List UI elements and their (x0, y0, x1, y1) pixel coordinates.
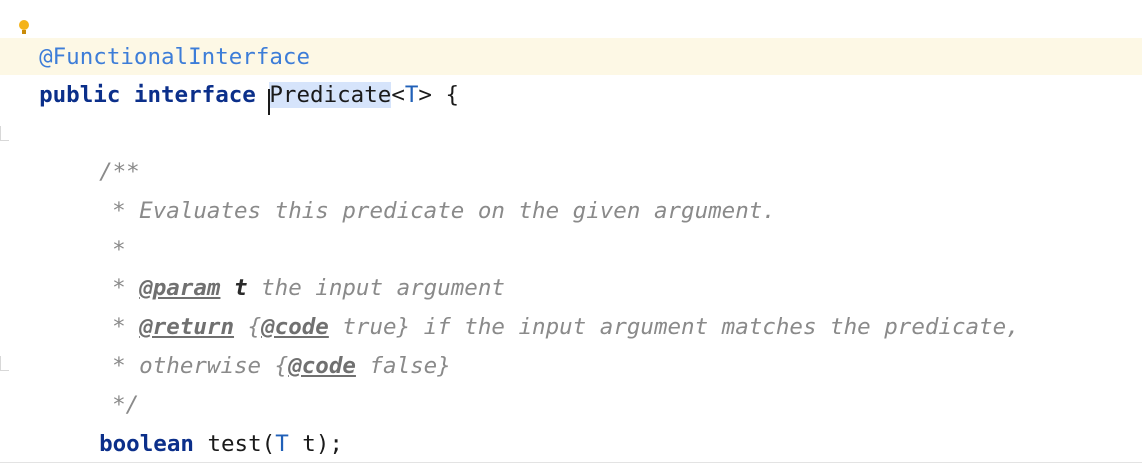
generic-close: > (418, 82, 432, 108)
code-tag[interactable]: @code (288, 353, 356, 379)
param-type: T (275, 431, 289, 457)
doc-line-1[interactable]: * Evaluates this predicate on the given … (85, 154, 776, 224)
selected-interface-name[interactable]: Predicate (268, 82, 392, 115)
text-caret (268, 89, 271, 115)
fold-marker-top[interactable] (0, 126, 9, 141)
interface-declaration-line[interactable]: public interface Predicate<T> { (12, 38, 459, 115)
method-declaration-line[interactable]: boolean test(T t); (72, 387, 343, 457)
method-name[interactable]: test( (207, 431, 275, 457)
doc-line-param[interactable]: * @param t the input argument (85, 231, 505, 301)
fold-marker-bottom[interactable] (0, 356, 9, 371)
editor-bottom-border (0, 462, 1142, 463)
doc-close-line[interactable]: */ (85, 348, 139, 418)
keyword-interface: interface (133, 82, 256, 108)
keyword-public: public (39, 82, 121, 108)
generic-open: < (391, 82, 405, 108)
doc-line-return[interactable]: * @return {@code true} if the input argu… (85, 270, 1020, 340)
doc-description: * Evaluates this predicate on the given … (112, 198, 776, 224)
method-param-rest: t); (302, 431, 343, 457)
doc-line-otherwise[interactable]: * otherwise {@code false} (85, 309, 451, 379)
false-text: false} (369, 353, 451, 379)
type-parameter: T (404, 82, 419, 108)
keyword-boolean: boolean (99, 431, 194, 457)
doc-line-2[interactable]: * (85, 193, 126, 263)
open-brace: { (445, 82, 460, 108)
doc-open-line[interactable]: /** (72, 115, 140, 185)
annotation-line[interactable]: @FunctionalInterface (12, 0, 310, 70)
